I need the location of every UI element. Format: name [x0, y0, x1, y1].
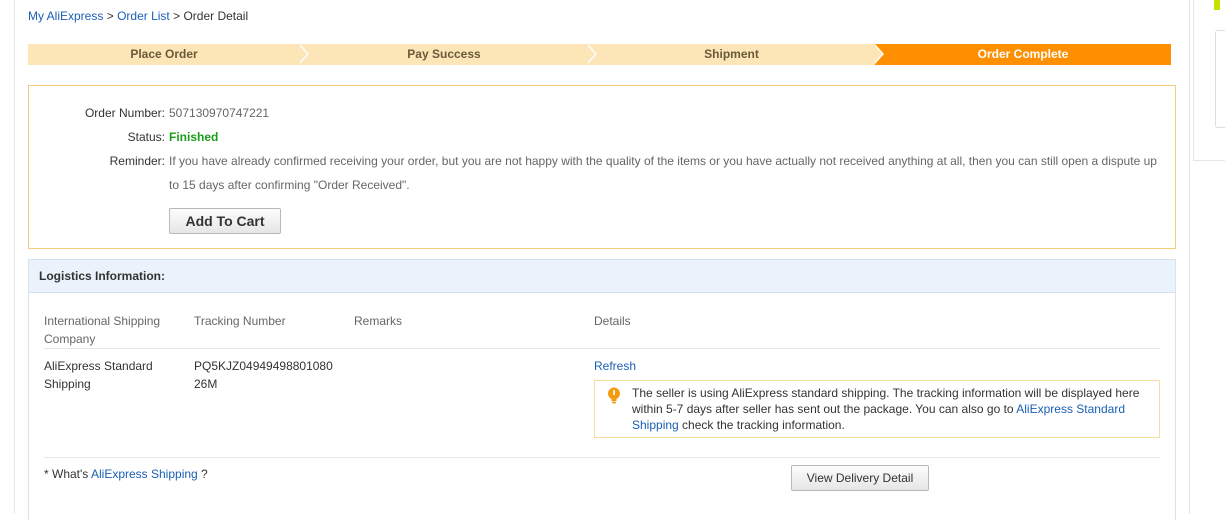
aliexpress-shipping-link[interactable]: AliExpress Shipping [91, 467, 198, 481]
col-header-company: International Shipping Company [44, 314, 161, 346]
faq-prefix: * What's [44, 467, 91, 481]
col-header-remarks: Remarks [354, 314, 403, 328]
side-widget[interactable] [1215, 30, 1225, 128]
breadcrumb-separator: > [106, 9, 114, 23]
order-summary-box: Order Number: 507130970747221 Status: Fi… [28, 85, 1176, 249]
step-pay-success: Pay Success [300, 44, 588, 65]
step-label: Shipment [704, 47, 759, 61]
status-value: Finished [169, 130, 219, 144]
step-chevron [586, 44, 595, 64]
step-label: Pay Success [407, 47, 481, 61]
notice-text: The seller is using AliExpress standard … [632, 385, 1142, 433]
notice-text-tail: check the tracking information. [678, 418, 845, 432]
shipping-company: AliExpress Standard Shipping [44, 359, 153, 391]
step-label: Place Order [130, 47, 198, 61]
add-to-cart-button[interactable]: Add To Cart [169, 208, 281, 234]
lightbulb-icon [608, 387, 620, 404]
step-shipment: Shipment [588, 44, 875, 65]
order-progress-steps: Place Order Pay Success Shipment Order C… [28, 44, 1171, 65]
tracking-number-line1: PQ5KJZ04949498801080 [194, 359, 333, 373]
step-place-order: Place Order [28, 44, 300, 65]
divider [44, 348, 1160, 349]
breadcrumb-separator: > [173, 9, 181, 23]
breadcrumb-order-list[interactable]: Order List [117, 9, 170, 23]
status-label: Status: [127, 130, 165, 144]
right-side-panel [1193, 0, 1225, 161]
divider [44, 457, 1160, 458]
accent-bar [1214, 0, 1220, 10]
step-order-complete: Order Complete [875, 44, 1171, 65]
shipping-faq: * What's AliExpress Shipping ? [44, 465, 208, 483]
breadcrumb: My AliExpress > Order List > Order Detai… [28, 9, 248, 23]
view-delivery-detail-button[interactable]: View Delivery Detail [791, 465, 929, 491]
step-chevron [298, 44, 307, 64]
shipping-notice: The seller is using AliExpress standard … [594, 380, 1160, 438]
faq-suffix: ? [197, 467, 208, 481]
breadcrumb-my-aliexpress[interactable]: My AliExpress [28, 9, 103, 23]
step-chevron [873, 44, 882, 64]
order-number-value: 507130970747221 [169, 106, 270, 120]
logistics-header: Logistics Information: [29, 260, 1175, 293]
col-header-details: Details [594, 314, 631, 328]
order-number-label: Order Number: [84, 106, 165, 120]
col-header-tracking: Tracking Number [194, 314, 286, 328]
breadcrumb-current: Order Detail [183, 9, 249, 23]
refresh-link[interactable]: Refresh [594, 357, 636, 375]
reminder-label: Reminder: [109, 154, 165, 168]
logistics-section: Logistics Information: International Shi… [28, 259, 1176, 520]
reminder-text: If you have already confirmed receiving … [169, 154, 1157, 192]
tracking-number-line2: 26M [194, 377, 218, 391]
step-label: Order Complete [977, 47, 1069, 61]
logistics-title: Logistics Information: [39, 269, 165, 283]
